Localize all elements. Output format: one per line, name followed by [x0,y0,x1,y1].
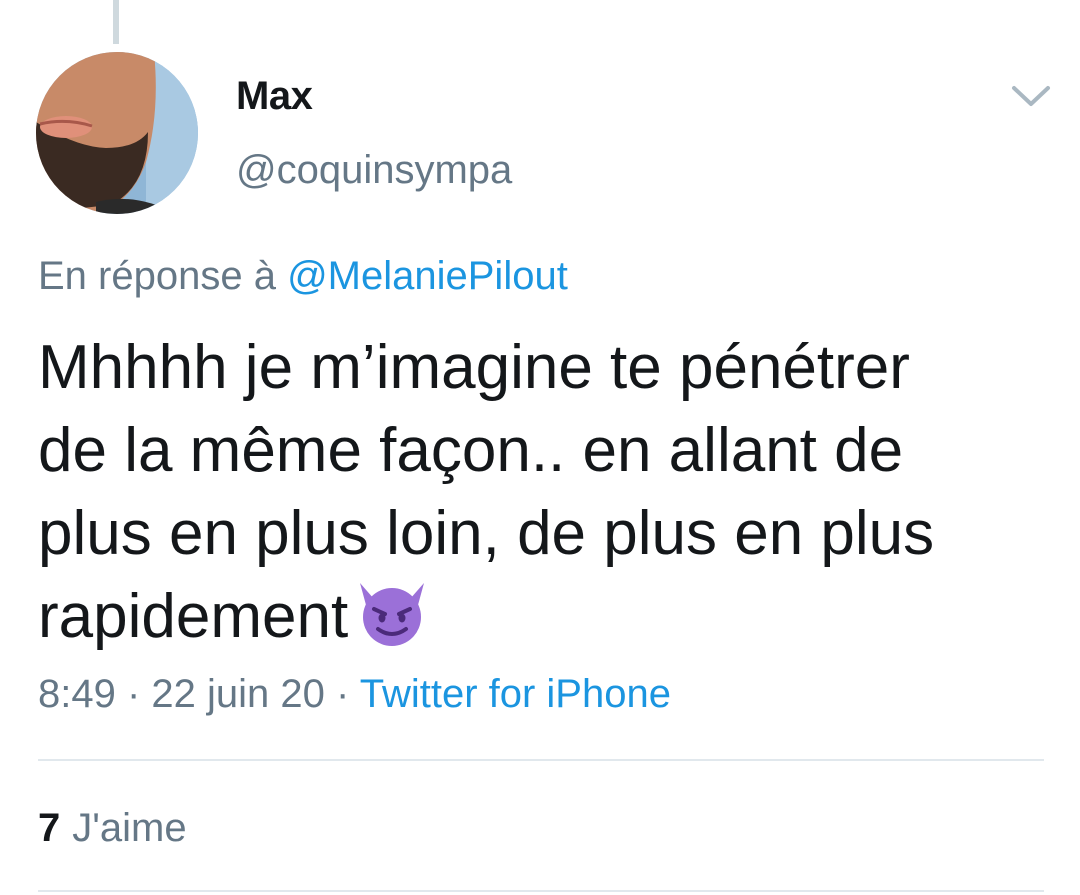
tweet-text-line: rapidement [38,582,349,651]
tweet-time: 8:49 [38,672,116,716]
tweet-detail-view: Max @coquinsympa En réponse à @MelaniePi… [0,0,1080,895]
tweet-text: Mhhhh je m’imagine te pénétrer de la mêm… [38,326,1048,668]
tweet-meta: 8:49 · 22 juin 20 · Twitter for iPhone [38,672,671,717]
thread-connector-line [113,0,119,44]
likes-count: 7 [38,806,61,850]
tweet-date: 22 juin 20 [151,672,325,716]
tweet-text-line: Mhhhh je m’imagine te pénétrer [38,333,910,402]
tweet-source-link[interactable]: Twitter for iPhone [360,672,671,716]
meta-separator: · [324,672,360,716]
reply-context: En réponse à @MelaniePilout [38,254,568,299]
tweet-text-line: de la même façon.. en allant de [38,416,904,485]
avatar-photo [36,52,198,214]
tweet-text-line: plus en plus loin, de plus en plus [38,499,935,568]
reply-mention-link[interactable]: @MelaniePilout [287,254,568,298]
meta-separator: · [115,672,152,716]
divider [38,759,1044,761]
reply-prefix: En réponse à [38,254,288,298]
likes-label: J'aime [72,806,187,850]
avatar[interactable] [36,52,198,214]
likes-summary[interactable]: 7 J'aime [38,806,187,851]
tweet-text-line-last: rapidement [38,575,1048,668]
smiling-imp-emoji-icon [354,577,430,668]
author-handle[interactable]: @coquinsympa [236,148,512,193]
chevron-down-icon[interactable] [1010,82,1052,110]
author-name[interactable]: Max [236,74,313,119]
divider [38,890,1044,892]
